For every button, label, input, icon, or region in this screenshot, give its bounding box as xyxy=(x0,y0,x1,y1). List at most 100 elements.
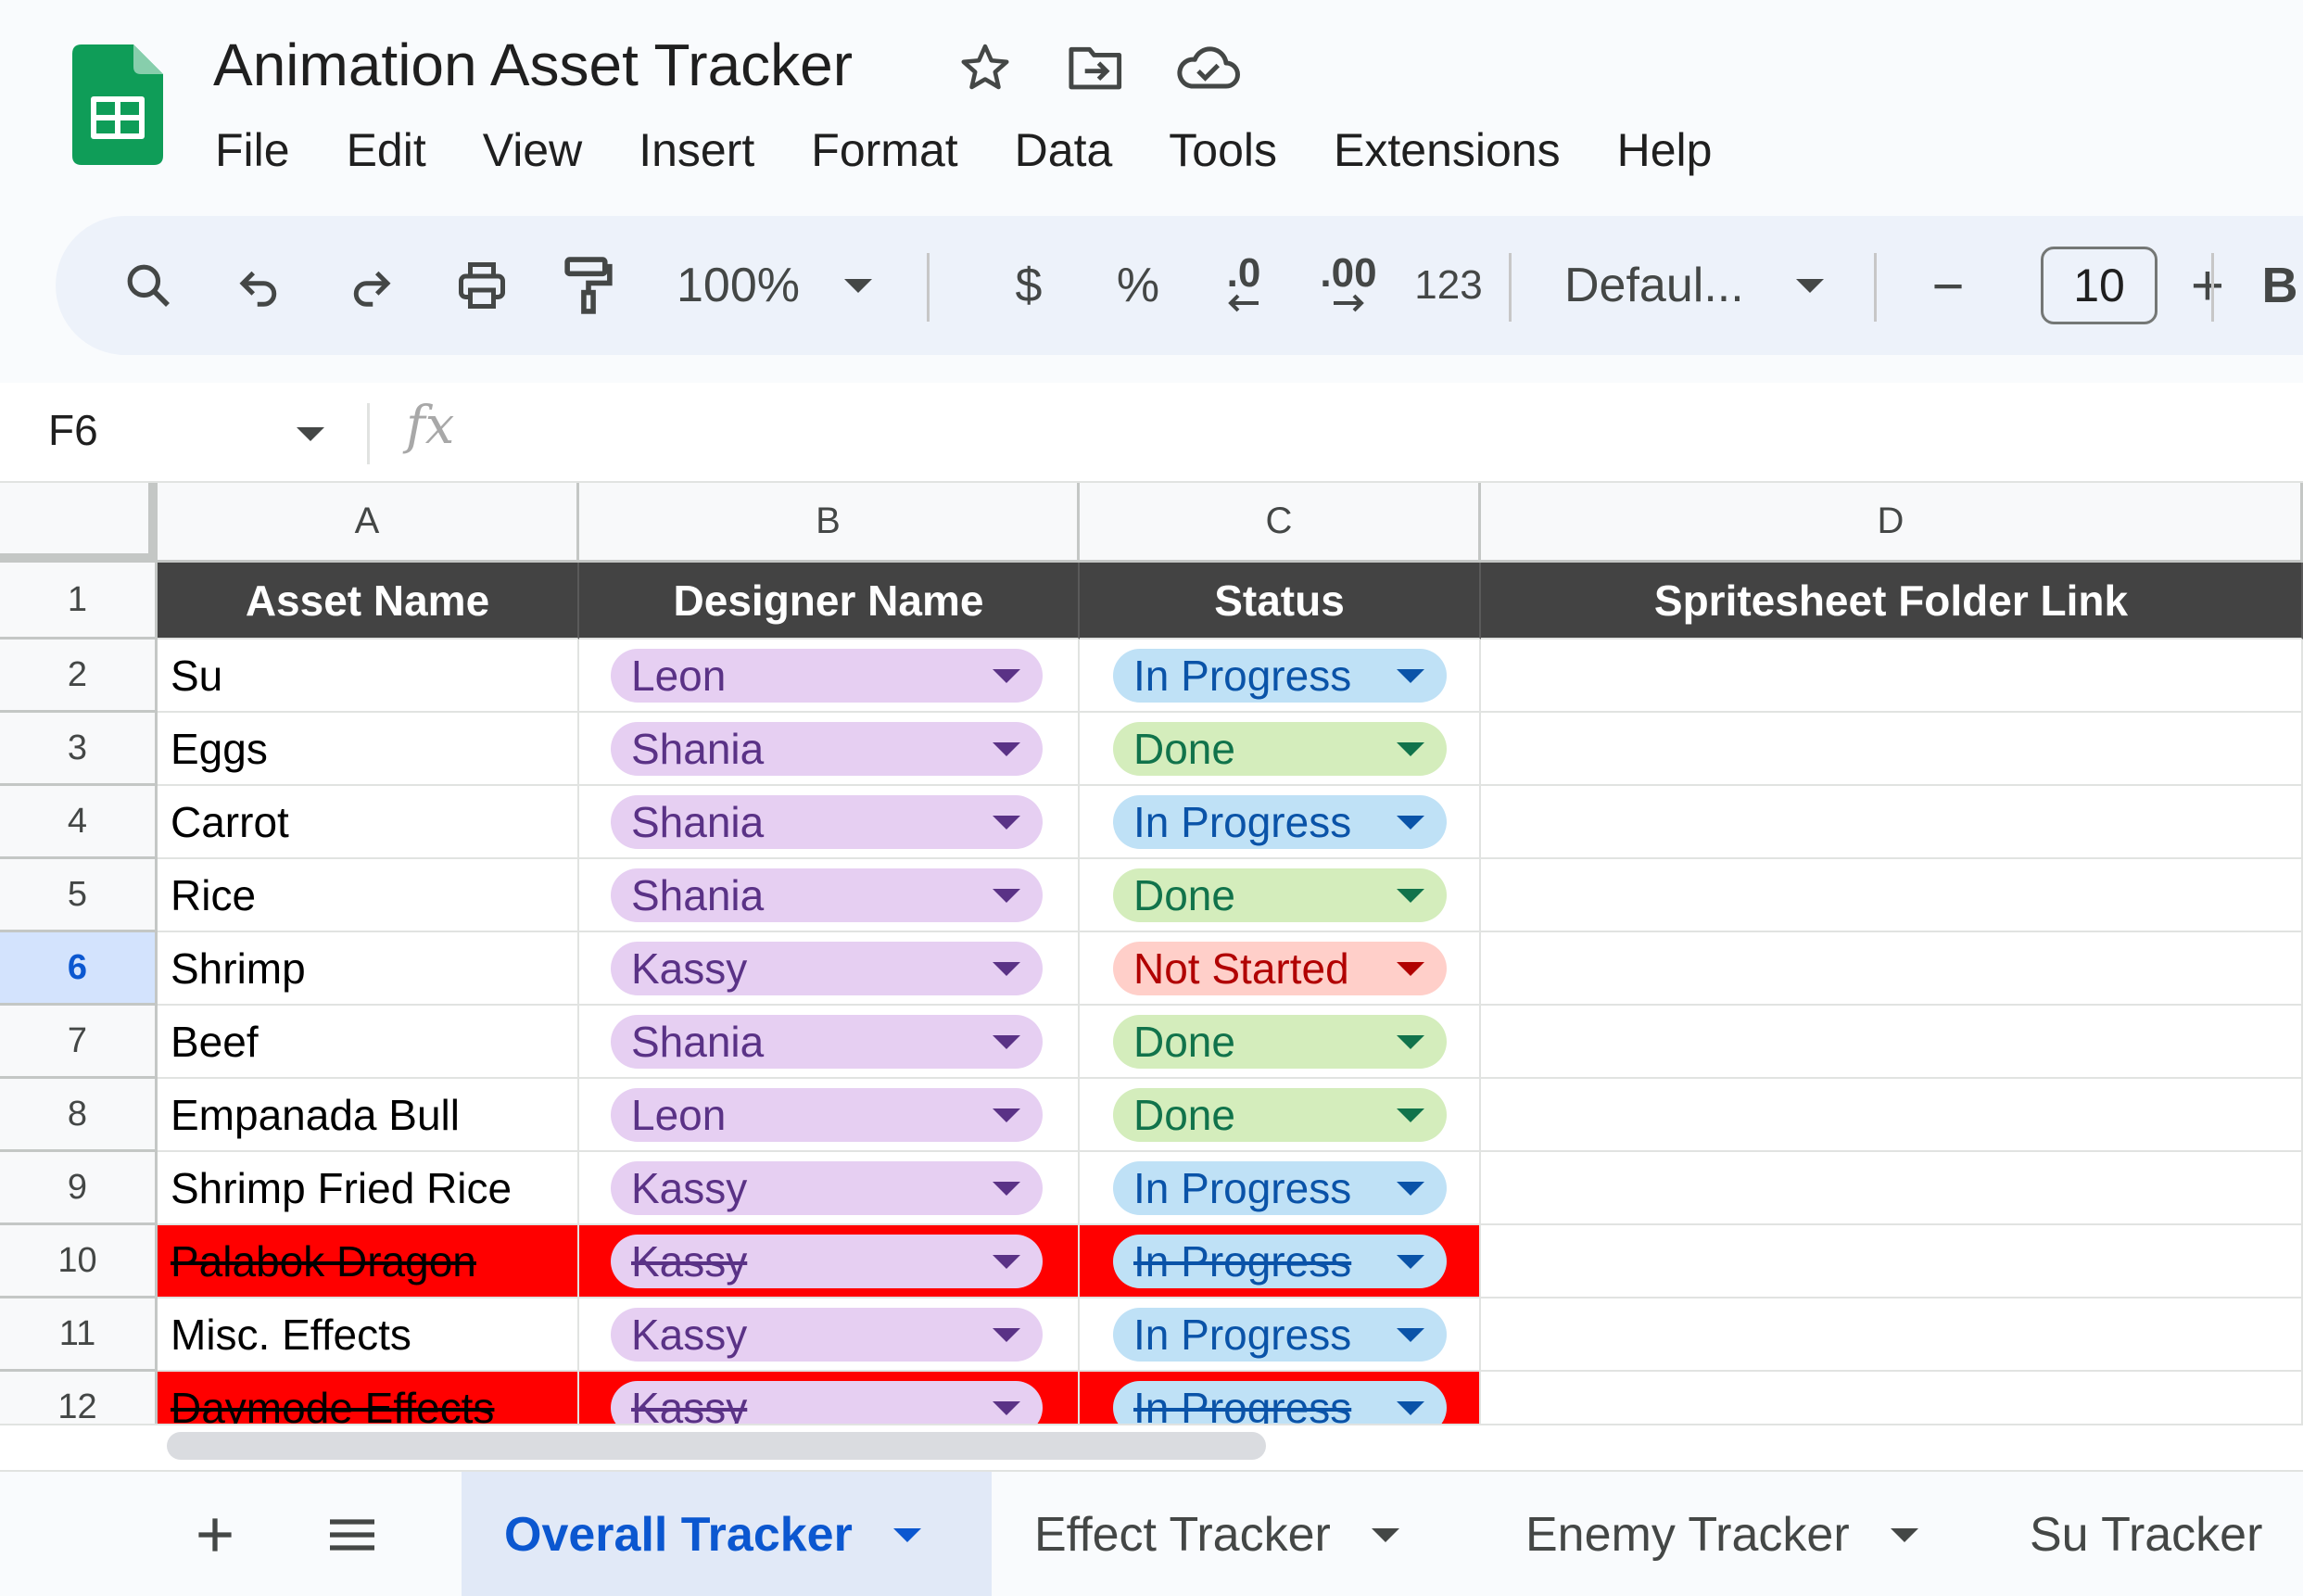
sheet-tab-overall-tracker[interactable]: Overall Tracker xyxy=(462,1472,992,1596)
designer-cell[interactable]: Leon xyxy=(579,640,1080,713)
column-header-c[interactable]: C xyxy=(1080,483,1481,563)
status-dropdown-chip[interactable]: Done xyxy=(1113,868,1447,922)
font-family-dropdown[interactable]: Defaul... xyxy=(1564,216,1898,355)
status-dropdown-chip[interactable]: In Progress xyxy=(1113,1381,1447,1424)
menu-extensions[interactable]: Extensions xyxy=(1334,115,1561,185)
row-header[interactable]: 9 xyxy=(0,1152,158,1225)
asset-name-cell[interactable]: Su xyxy=(158,640,579,713)
print-icon[interactable] xyxy=(445,216,519,355)
status-dropdown-chip[interactable]: In Progress xyxy=(1113,795,1447,849)
spritesheet-link-cell[interactable] xyxy=(1481,1079,2303,1152)
spritesheet-link-cell[interactable] xyxy=(1481,1225,2303,1298)
cloud-saved-icon[interactable] xyxy=(1175,35,1240,100)
row-header[interactable]: 8 xyxy=(0,1079,158,1152)
chevron-down-icon[interactable] xyxy=(297,427,324,441)
status-dropdown-chip[interactable]: In Progress xyxy=(1113,649,1447,703)
row-header[interactable]: 5 xyxy=(0,859,158,932)
designer-dropdown-chip[interactable]: Kassy xyxy=(611,1381,1043,1424)
designer-dropdown-chip[interactable]: Shania xyxy=(611,795,1043,849)
row-header[interactable]: 1 xyxy=(0,563,158,640)
move-to-folder-icon[interactable] xyxy=(1064,35,1129,100)
increase-decimal-button[interactable]: .00 xyxy=(1297,216,1399,355)
designer-dropdown-chip[interactable]: Kassy xyxy=(611,942,1043,995)
decrease-font-size-button[interactable]: − xyxy=(1911,216,1985,355)
designer-dropdown-chip[interactable]: Kassy xyxy=(611,1308,1043,1362)
spreadsheet-grid[interactable]: A B C D 1 Asset Name Designer Name Statu… xyxy=(0,483,2303,1424)
format-currency-button[interactable]: $ xyxy=(992,216,1066,355)
header-cell-status[interactable]: Status xyxy=(1080,563,1481,640)
menu-edit[interactable]: Edit xyxy=(347,115,426,185)
status-dropdown-chip[interactable]: Done xyxy=(1113,722,1447,776)
row-header[interactable]: 10 xyxy=(0,1225,158,1298)
status-cell[interactable]: Done xyxy=(1080,859,1481,932)
row-header[interactable]: 11 xyxy=(0,1298,158,1372)
designer-cell[interactable]: Kassy xyxy=(579,1225,1080,1298)
star-icon[interactable] xyxy=(953,35,1018,100)
sheet-tab-effect-tracker[interactable]: Effect Tracker xyxy=(992,1472,1492,1596)
horizontal-scrollbar[interactable] xyxy=(167,1432,1266,1460)
designer-cell[interactable]: Kassy xyxy=(579,1372,1080,1424)
header-cell-asset-name[interactable]: Asset Name xyxy=(158,563,579,640)
spritesheet-link-cell[interactable] xyxy=(1481,713,2303,786)
undo-icon[interactable] xyxy=(222,216,297,355)
status-dropdown-chip[interactable]: In Progress xyxy=(1113,1235,1447,1288)
menu-view[interactable]: View xyxy=(483,115,582,185)
column-header-a[interactable]: A xyxy=(158,483,579,563)
select-all-corner[interactable] xyxy=(0,483,158,563)
spritesheet-link-cell[interactable] xyxy=(1481,1152,2303,1225)
designer-cell[interactable]: Leon xyxy=(579,1079,1080,1152)
status-cell[interactable]: In Progress xyxy=(1080,1152,1481,1225)
spritesheet-link-cell[interactable] xyxy=(1481,1372,2303,1424)
row-header[interactable]: 6 xyxy=(0,932,158,1006)
decrease-decimal-button[interactable]: .0 xyxy=(1197,216,1290,355)
designer-cell[interactable]: Shania xyxy=(579,786,1080,859)
asset-name-cell[interactable]: Misc. Effects xyxy=(158,1298,579,1372)
status-dropdown-chip[interactable]: Not Started xyxy=(1113,942,1447,995)
status-cell[interactable]: In Progress xyxy=(1080,640,1481,713)
designer-cell[interactable]: Kassy xyxy=(579,1298,1080,1372)
designer-cell[interactable]: Kassy xyxy=(579,1152,1080,1225)
designer-cell[interactable]: Shania xyxy=(579,1006,1080,1079)
designer-dropdown-chip[interactable]: Kassy xyxy=(611,1235,1043,1288)
menu-file[interactable]: File xyxy=(215,115,290,185)
status-dropdown-chip[interactable]: In Progress xyxy=(1113,1308,1447,1362)
designer-dropdown-chip[interactable]: Kassy xyxy=(611,1161,1043,1215)
designer-dropdown-chip[interactable]: Leon xyxy=(611,1088,1043,1142)
sheet-tab-enemy-tracker[interactable]: Enemy Tracker xyxy=(1483,1472,2002,1596)
asset-name-cell[interactable]: Shrimp Fried Rice xyxy=(158,1152,579,1225)
status-cell[interactable]: Done xyxy=(1080,713,1481,786)
designer-dropdown-chip[interactable]: Shania xyxy=(611,722,1043,776)
header-cell-spritesheet-folder-link[interactable]: Spritesheet Folder Link xyxy=(1481,563,2303,640)
search-menus-icon[interactable] xyxy=(111,216,185,355)
header-cell-designer-name[interactable]: Designer Name xyxy=(579,563,1080,640)
menu-insert[interactable]: Insert xyxy=(639,115,754,185)
menu-help[interactable]: Help xyxy=(1617,115,1713,185)
spritesheet-link-cell[interactable] xyxy=(1481,1298,2303,1372)
sheet-tab-su-tracker[interactable]: Su Tracker xyxy=(1987,1472,2303,1596)
designer-dropdown-chip[interactable]: Shania xyxy=(611,1015,1043,1069)
status-cell[interactable]: In Progress xyxy=(1080,1298,1481,1372)
row-header[interactable]: 3 xyxy=(0,713,158,786)
column-header-b[interactable]: B xyxy=(579,483,1080,563)
status-cell[interactable]: In Progress xyxy=(1080,786,1481,859)
designer-dropdown-chip[interactable]: Shania xyxy=(611,868,1043,922)
asset-name-cell[interactable]: Beef xyxy=(158,1006,579,1079)
asset-name-cell[interactable]: Palabok Dragon xyxy=(158,1225,579,1298)
increase-font-size-button[interactable]: + xyxy=(2170,216,2245,355)
designer-dropdown-chip[interactable]: Leon xyxy=(611,649,1043,703)
add-sheet-button[interactable] xyxy=(182,1472,248,1596)
status-cell[interactable]: In Progress xyxy=(1080,1225,1481,1298)
all-sheets-menu-icon[interactable] xyxy=(315,1472,389,1596)
format-percent-button[interactable]: % xyxy=(1101,216,1175,355)
designer-cell[interactable]: Shania xyxy=(579,713,1080,786)
status-cell[interactable]: Not Started xyxy=(1080,932,1481,1006)
paint-format-icon[interactable] xyxy=(551,216,626,355)
name-box[interactable]: F6 xyxy=(48,405,98,455)
spritesheet-link-cell[interactable] xyxy=(1481,932,2303,1006)
row-header[interactable]: 12 xyxy=(0,1372,158,1424)
asset-name-cell[interactable]: Empanada Bull xyxy=(158,1079,579,1152)
menu-tools[interactable]: Tools xyxy=(1169,115,1277,185)
asset-name-cell[interactable]: Rice xyxy=(158,859,579,932)
status-cell[interactable]: Done xyxy=(1080,1006,1481,1079)
zoom-dropdown[interactable]: 100% xyxy=(677,216,955,355)
